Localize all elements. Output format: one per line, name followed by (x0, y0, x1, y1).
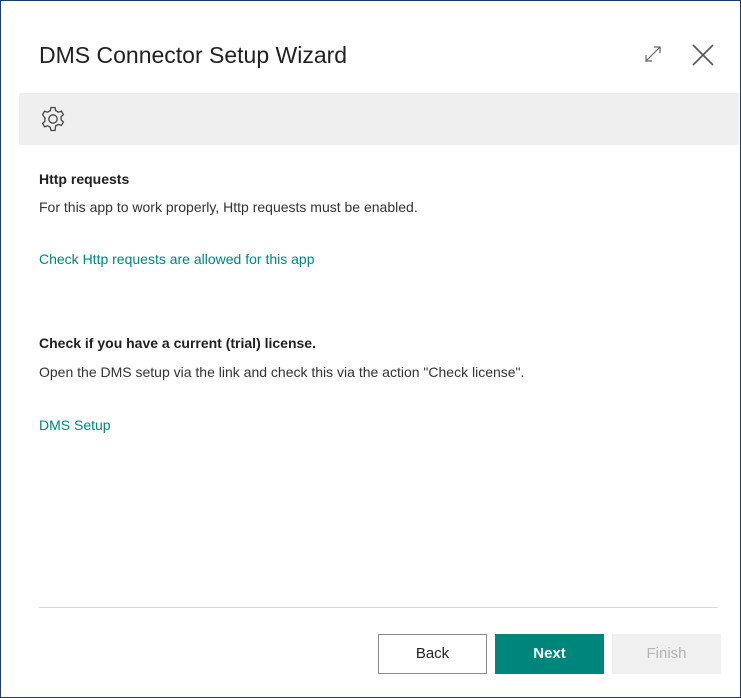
expand-button[interactable] (642, 43, 664, 65)
license-description: Open the DMS setup via the link and chec… (39, 364, 525, 380)
close-button[interactable] (690, 42, 716, 68)
setup-wizard-dialog: DMS Connector Setup Wizard Http requests (0, 0, 741, 698)
footer-divider (39, 607, 718, 608)
gear-icon (41, 106, 65, 132)
license-heading: Check if you have a current (trial) lice… (39, 335, 316, 351)
dms-setup-link[interactable]: DMS Setup (39, 417, 111, 433)
check-http-requests-link[interactable]: Check Http requests are allowed for this… (39, 251, 314, 267)
http-requests-heading: Http requests (39, 171, 130, 187)
finish-button: Finish (612, 634, 721, 674)
next-button[interactable]: Next (495, 634, 604, 674)
dialog-header: DMS Connector Setup Wizard (39, 39, 716, 71)
http-requests-description: For this app to work properly, Http requ… (39, 199, 418, 215)
close-icon (692, 44, 714, 66)
step-banner (19, 93, 739, 145)
back-button[interactable]: Back (378, 634, 487, 674)
dialog-title: DMS Connector Setup Wizard (39, 42, 348, 68)
expand-icon (645, 46, 661, 62)
